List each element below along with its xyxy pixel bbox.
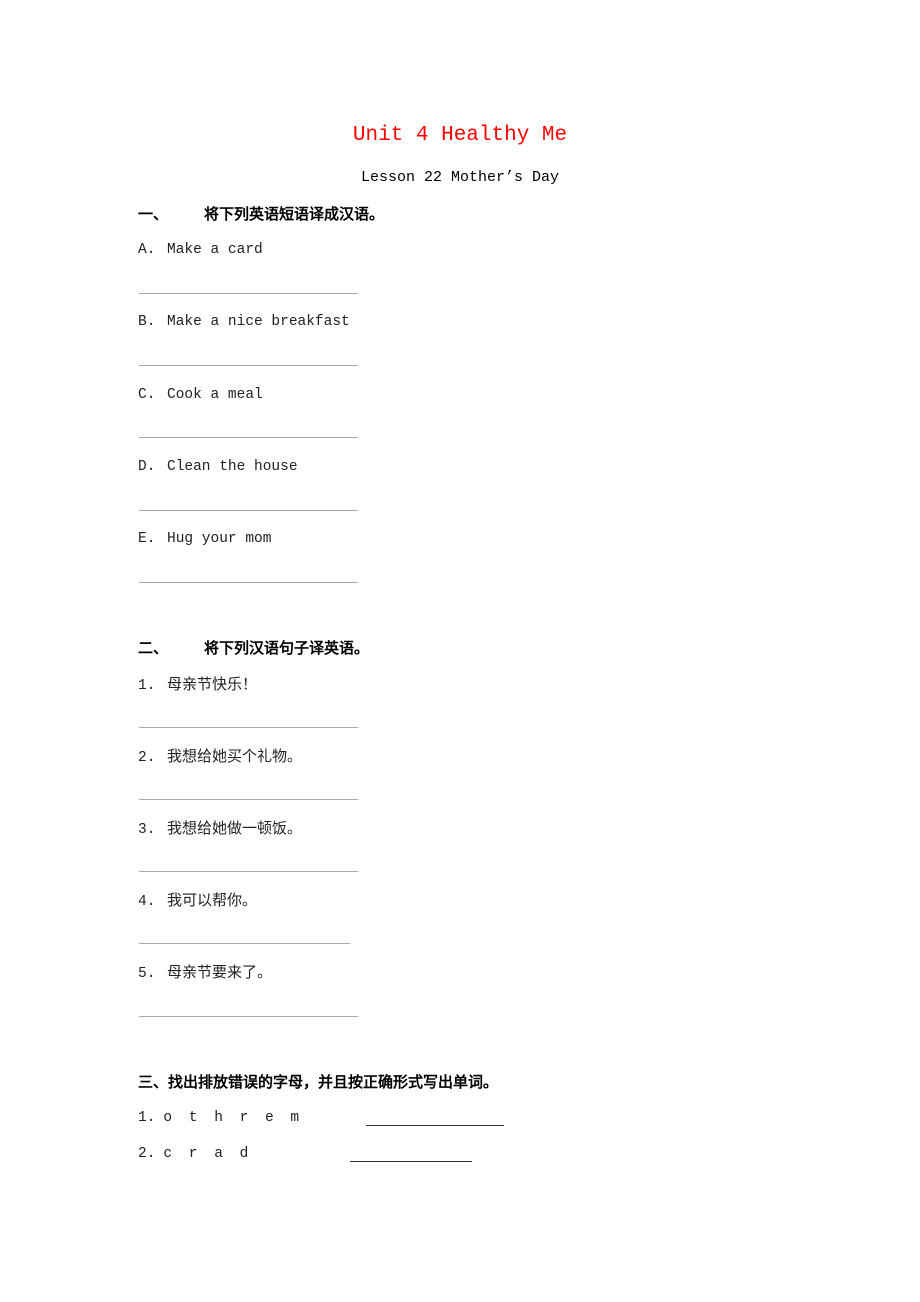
item-label: 2. <box>138 1146 156 1162</box>
answer-line[interactable] <box>139 582 358 583</box>
phrase-item: C. Cook a meal <box>138 385 263 405</box>
item-label: E. <box>138 531 156 547</box>
scrambled-word-item: 2. c r a d <box>138 1144 252 1164</box>
section-2-number: 二、 <box>138 639 169 657</box>
section-1-instruction: 将下列英语短语译成汉语。 <box>204 205 385 223</box>
answer-line[interactable] <box>139 1016 358 1017</box>
phrase-item: B. Make a nice breakfast <box>138 312 350 332</box>
answer-line[interactable] <box>139 510 358 511</box>
item-text: Hug your mom <box>167 531 272 547</box>
answer-line[interactable] <box>139 727 358 728</box>
item-label: 5. <box>138 966 156 982</box>
answer-line[interactable] <box>366 1125 504 1126</box>
scrambled-letters: o t h r e m <box>163 1110 304 1126</box>
phrase-item: D. Clean the house <box>138 457 298 477</box>
answer-line[interactable] <box>139 799 358 800</box>
answer-line[interactable] <box>139 293 358 294</box>
answer-line[interactable] <box>139 943 350 944</box>
section-2-instruction: 将下列汉语句子译英语。 <box>204 639 370 657</box>
item-text: Make a nice breakfast <box>167 314 350 330</box>
sentence-item: 1. 母亲节快乐！ <box>138 674 257 696</box>
item-text: 我想给她做一顿饭。 <box>167 819 303 837</box>
scrambled-letters: c r a d <box>163 1146 253 1162</box>
sentence-item: 4. 我可以帮你。 <box>138 890 257 912</box>
page-title: Unit 4 Healthy Me <box>352 124 568 147</box>
scrambled-word-item: 1. o t h r e m <box>138 1108 303 1128</box>
item-label: C. <box>138 387 156 403</box>
item-text: Cook a meal <box>167 387 263 403</box>
phrase-item: A. Make a card <box>138 240 263 260</box>
item-label: D. <box>138 459 156 475</box>
item-text: Make a card <box>167 242 263 258</box>
item-label: 1. <box>138 1110 156 1126</box>
item-text: 母亲节要来了。 <box>167 963 273 981</box>
item-text: 我可以帮你。 <box>167 891 258 909</box>
section-1-heading: 一、 将下列英语短语译成汉语。 <box>138 204 384 224</box>
item-text: 我想给她买个礼物。 <box>167 747 303 765</box>
item-text: Clean the house <box>167 459 298 475</box>
answer-line[interactable] <box>139 871 358 872</box>
sentence-item: 5. 母亲节要来了。 <box>138 962 272 984</box>
sentence-item: 3. 我想给她做一顿饭。 <box>138 818 302 840</box>
item-label: 1. <box>138 678 156 694</box>
item-label: 3. <box>138 822 156 838</box>
answer-line[interactable] <box>139 437 358 438</box>
section-2-heading: 二、 将下列汉语句子译英语。 <box>138 638 369 658</box>
item-label: A. <box>138 242 156 258</box>
answer-line[interactable] <box>350 1161 472 1162</box>
phrase-item: E. Hug your mom <box>138 529 271 549</box>
item-label: 4. <box>138 894 156 910</box>
section-3-heading: 三、找出排放错误的字母，并且按正确形式写出单词。 <box>138 1073 499 1091</box>
answer-line[interactable] <box>139 365 358 366</box>
lesson-subtitle: Lesson 22 Mother’s Day <box>360 169 560 186</box>
sentence-item: 2. 我想给她买个礼物。 <box>138 746 302 768</box>
item-text: 母亲节快乐！ <box>167 675 258 693</box>
item-label: 2. <box>138 750 156 766</box>
section-1-number: 一、 <box>138 205 169 223</box>
item-label: B. <box>138 314 156 330</box>
